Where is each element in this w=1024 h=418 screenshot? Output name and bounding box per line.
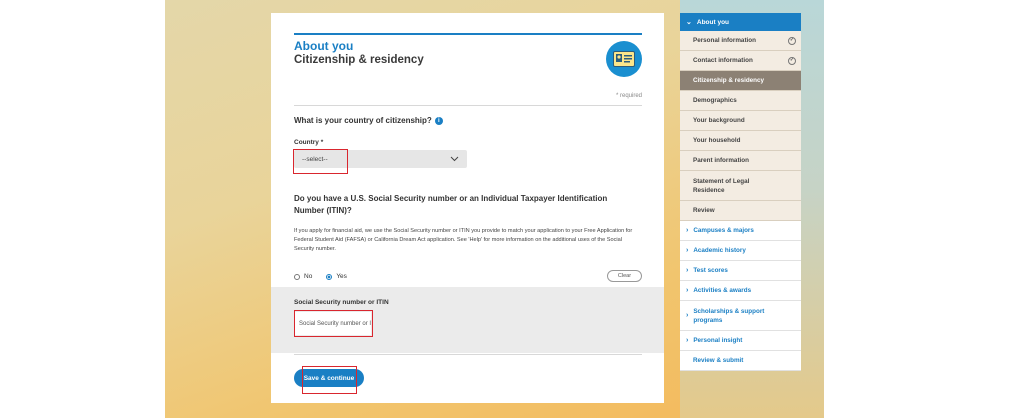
radio-no[interactable]: No [294,273,312,280]
sidebar-item-personal-insight[interactable]: › Personal insight [680,331,801,351]
ssn-field-label: Social Security number or ITIN [294,299,389,306]
sidebar-item-review[interactable]: Review [680,201,801,221]
sidebar-item-label: Academic history [693,247,746,254]
sidebar-item-label: Campuses & majors [693,227,754,234]
info-icon[interactable]: i [434,116,443,125]
sidebar-item-label: Activities & awards [693,287,752,294]
sidebar-item-citizenship-residency[interactable]: Citizenship & residency [680,71,801,91]
id-card-icon [606,41,642,77]
radio-no-label: No [304,273,313,280]
top-rule [294,33,642,35]
radio-no-button[interactable] [294,273,300,280]
chevron-right-icon: › [686,287,689,294]
sidebar-item-label: Your background [693,117,745,124]
sidebar-item-label: Review & submit [693,357,744,364]
highlight-box-country [293,149,348,174]
sidebar-header-about-you[interactable]: ⌄ About you [680,13,801,31]
chevron-right-icon: › [686,312,689,319]
chevron-right-icon: › [686,227,689,234]
sidebar-item-academic-history[interactable]: › Academic history [680,241,801,261]
sidebar-header-label: About you [696,18,730,26]
sidebar-item-activities-awards[interactable]: › Activities & awards [680,281,801,301]
highlight-box-save [302,366,357,394]
sidebar-item-label: Scholarships & support programs [693,307,765,324]
page-title: Citizenship & residency [294,54,424,66]
country-question-text: What is your country of citizenship? [294,116,432,125]
sidebar-item-scholarships-support-programs[interactable]: › Scholarships & support programs [680,301,801,331]
sidebar-item-label: Review [693,207,715,214]
radio-yes-button[interactable] [326,273,333,280]
sidebar-item-test-scores[interactable]: › Test scores [680,261,801,281]
divider [294,354,642,355]
sidebar-item-label: Contact information [693,57,753,64]
progress-sidebar: ⌄ About you Personal information ✓ Conta… [680,13,801,371]
sidebar-item-personal-information[interactable]: Personal information ✓ [680,31,801,51]
check-circle-icon: ✓ [788,36,796,45]
sidebar-item-label: Personal information [693,37,756,44]
section-title: About you [294,39,354,53]
sidebar-item-statement-of-legal-residence[interactable]: Statement of Legal Residence [680,171,801,201]
highlight-box-ssn [294,310,373,337]
radio-yes[interactable]: Yes [326,273,347,280]
radio-yes-label: Yes [336,273,347,280]
ssn-help-text: If you apply for financial aid, we use t… [294,228,633,253]
sidebar-item-label: Your household [693,137,741,144]
ssn-radio-group: No Yes [294,273,347,280]
sidebar-item-your-household[interactable]: Your household [680,131,801,151]
country-question: What is your country of citizenship? i [294,116,443,125]
sidebar-item-label: Statement of Legal Residence [693,177,750,194]
sidebar-item-label: Citizenship & residency [693,77,765,84]
sidebar-item-your-background[interactable]: Your background [680,111,801,131]
sidebar-item-label: Demographics [693,97,737,104]
chevron-down-icon [450,156,459,162]
sidebar-item-demographics[interactable]: Demographics [680,91,801,111]
ssn-question: Do you have a U.S. Social Security numbe… [294,194,608,215]
chevron-down-icon: ⌄ [686,19,692,26]
sidebar-item-review-submit[interactable]: Review & submit [680,351,801,371]
sidebar-item-parent-information[interactable]: Parent information [680,151,801,171]
form-card: About you Citizenship & residency * requ… [271,13,664,403]
sidebar-item-label: Test scores [693,267,728,274]
clear-button[interactable]: Clear [607,270,642,282]
chevron-right-icon: › [686,267,689,274]
sidebar-item-label: Parent information [693,157,749,164]
sidebar-item-label: Personal insight [693,337,743,344]
sidebar-item-contact-information[interactable]: Contact information ✓ [680,51,801,71]
chevron-right-icon: › [686,247,689,254]
check-circle-icon: ✓ [788,56,796,65]
required-note: * required [615,93,642,99]
chevron-right-icon: › [686,337,689,344]
divider [294,105,642,106]
sidebar-item-campuses-majors[interactable]: › Campuses & majors [680,221,801,241]
country-label: Country * [294,139,324,146]
